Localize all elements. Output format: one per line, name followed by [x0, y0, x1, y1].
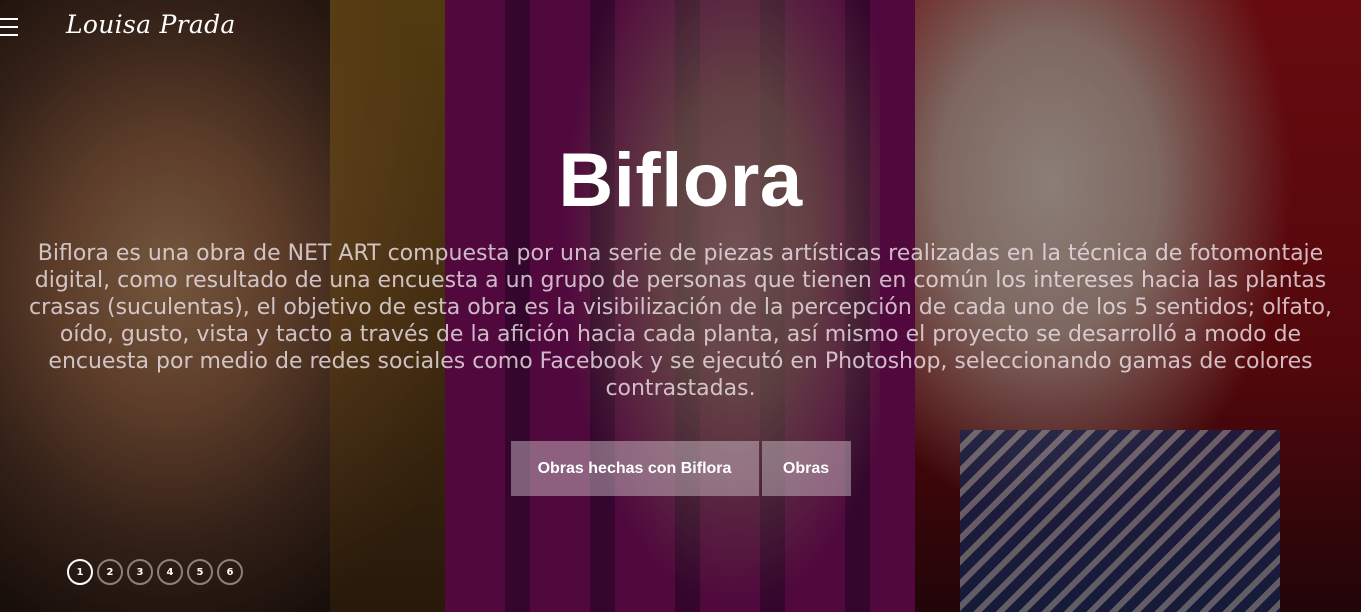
- slide-pagination: 1 2 3 4 5 6: [67, 559, 243, 585]
- hero-description: Biflora es una obra de NET ART compuesta…: [28, 241, 1332, 401]
- page-dot-5[interactable]: 5: [187, 559, 213, 585]
- menu-line: [0, 26, 18, 28]
- works-with-biflora-button[interactable]: Obras hechas con Biflora: [510, 441, 759, 496]
- works-button[interactable]: Obras: [761, 441, 851, 496]
- hero-title: Biflora: [558, 138, 803, 223]
- hero-actions: Obras hechas con Biflora Obras: [0, 441, 1361, 496]
- page-dot-3[interactable]: 3: [127, 559, 153, 585]
- page-dot-4[interactable]: 4: [157, 559, 183, 585]
- hero-content: Biflora Biflora es una obra de NET ART c…: [0, 138, 1361, 402]
- brand-logo[interactable]: Louisa Prada: [66, 10, 236, 39]
- menu-line: [0, 34, 18, 36]
- page-dot-6[interactable]: 6: [217, 559, 243, 585]
- menu-line: [0, 18, 18, 20]
- hero-slider: Louisa Prada Biflora Biflora es una obra…: [0, 0, 1361, 612]
- hamburger-menu-icon[interactable]: [0, 18, 20, 36]
- page-dot-1[interactable]: 1: [67, 559, 93, 585]
- page-dot-2[interactable]: 2: [97, 559, 123, 585]
